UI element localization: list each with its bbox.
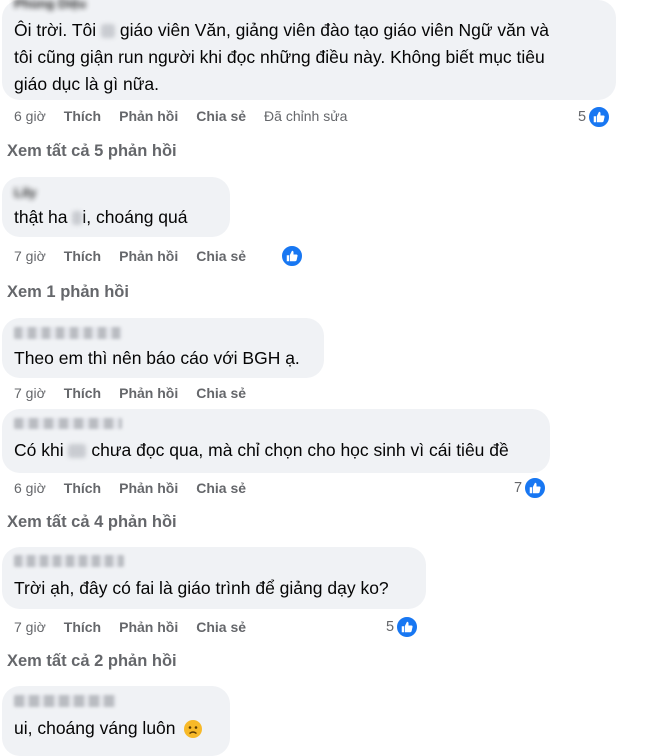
like-button[interactable]: Thích [64, 248, 101, 264]
comment-bubble: Trời ạh, đây có fai là giáo trình để giả… [2, 547, 426, 609]
comment-author[interactable]: Phùng Diệu [14, 0, 86, 11]
comment-text: Trời ạh, đây có fai là giáo trình để giả… [14, 578, 389, 598]
comment-bubble: Phùng Diệu Ôi trời. Tôi giáo viên Văn, g… [2, 0, 616, 100]
comment-bubble: Theo em thì nên báo cáo với BGH ạ. [2, 318, 324, 378]
comment-author-redacted[interactable] [14, 555, 124, 567]
reply-button[interactable]: Phản hồi [119, 108, 178, 124]
view-replies-link[interactable]: Xem tất cả 5 phản hồi [7, 142, 177, 161]
redacted-text [68, 444, 87, 459]
comment-text: Có khi chưa đọc qua, mà chỉ chọn cho học… [14, 440, 509, 460]
comment-timestamp[interactable]: 6 giờ [14, 108, 46, 124]
comment-bubble: Có khi chưa đọc qua, mà chỉ chọn cho học… [2, 409, 550, 473]
reaction-count[interactable]: 7 [514, 477, 547, 499]
comment-text-line: giáo dục là gì nữa. [14, 74, 160, 94]
comment-text: ui, choáng váng luôn [14, 715, 203, 742]
comment-actions: 7 giờ Thích Phản hồi Chia sẻ [14, 246, 264, 266]
comment-bubble: Lily thật ha i, choáng quá [2, 177, 230, 237]
thumbs-up-icon [396, 616, 419, 638]
comment-author-redacted[interactable] [14, 327, 122, 339]
comment-actions: 7 giờ Thích Phản hồi Chia sẻ [14, 383, 264, 403]
share-button[interactable]: Chia sẻ [196, 108, 246, 124]
view-replies-link[interactable]: Xem tất cả 2 phản hồi [7, 652, 177, 671]
share-button[interactable]: Chia sẻ [196, 480, 246, 496]
comment-text: Ôi trời. Tôi giáo viên Văn, giảng viên đ… [14, 17, 549, 44]
frowning-face-emoji [184, 720, 203, 739]
reaction-number: 5 [386, 619, 395, 635]
reaction-number: 5 [578, 109, 587, 125]
comment-text: Theo em thì nên báo cáo với BGH ạ. [14, 348, 300, 368]
reply-button[interactable]: Phản hồi [119, 480, 178, 496]
comment-timestamp[interactable]: 6 giờ [14, 480, 46, 496]
comment-text: thật ha i, choáng quá [14, 207, 188, 227]
share-button[interactable]: Chia sẻ [196, 385, 246, 401]
comment-text-line: tôi cũng giận run người khi đọc những đi… [14, 47, 545, 67]
comment-text-line: giáo viên Văn, giảng viên đào tạo giáo v… [119, 20, 549, 40]
comment-actions: 6 giờ Thích Phản hồi Chia sẻ [14, 478, 264, 498]
comment-timestamp[interactable]: 7 giờ [14, 248, 46, 264]
like-button[interactable]: Thích [64, 108, 101, 124]
like-button[interactable]: Thích [64, 385, 101, 401]
comment-author-redacted[interactable] [14, 418, 122, 429]
comment-actions: 6 giờ Thích Phản hồi Chia sẻ Đã chỉnh sử… [14, 106, 365, 126]
redacted-text [101, 24, 116, 39]
thumbs-up-icon [281, 245, 303, 267]
view-replies-link[interactable]: Xem tất cả 4 phản hồi [7, 513, 177, 532]
comment-text-line: Ôi trời. Tôi [14, 20, 97, 40]
thumbs-up-icon [524, 477, 547, 499]
reply-button[interactable]: Phản hồi [119, 248, 178, 264]
view-replies-link[interactable]: Xem 1 phản hồi [7, 283, 129, 302]
comment-actions: 7 giờ Thích Phản hồi Chia sẻ [14, 617, 264, 637]
comment-author-redacted[interactable] [14, 695, 116, 707]
reply-button[interactable]: Phản hồi [119, 619, 178, 635]
reaction-count[interactable]: 5 [578, 106, 611, 128]
reaction-count[interactable]: 5 [386, 616, 419, 638]
comment-author[interactable]: Lily [14, 185, 36, 200]
redacted-text [72, 211, 83, 226]
share-button[interactable]: Chia sẻ [196, 619, 246, 635]
edited-label: Đã chỉnh sửa [264, 108, 348, 124]
comment-timestamp[interactable]: 7 giờ [14, 619, 46, 635]
comment-timestamp[interactable]: 7 giờ [14, 385, 46, 401]
comment-bubble: ui, choáng váng luôn [2, 686, 230, 756]
thumbs-up-icon [588, 106, 611, 128]
reaction-number: 7 [514, 480, 523, 496]
like-button[interactable]: Thích [64, 480, 101, 496]
reply-button[interactable]: Phản hồi [119, 385, 178, 401]
reaction-count[interactable] [279, 245, 303, 267]
like-button[interactable]: Thích [64, 619, 101, 635]
share-button[interactable]: Chia sẻ [196, 248, 246, 264]
